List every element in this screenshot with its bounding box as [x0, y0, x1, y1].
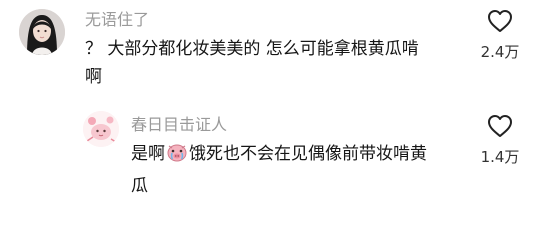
comment-text: ？ 大部分都化妆美美的 怎么可能拿根黄瓜啃 啊 [85, 35, 440, 91]
heart-outline-icon [488, 10, 512, 32]
girl-portrait-icon [19, 9, 65, 55]
pink-cartoon-icon [83, 111, 119, 147]
reply-text-line: 瓜 [131, 176, 148, 196]
like-count: 1.4万 [480, 148, 520, 166]
reply-text-prefix: 是啊 [131, 144, 165, 164]
comment-item-2: 春日目击证人 是啊 饿死也不会在见偶像前带妆啃黄 瓜 1.4万 [0, 105, 534, 243]
comment-text-line: 啊 [85, 67, 102, 87]
comment-username[interactable]: 无语住了 [85, 10, 149, 30]
reply-text-suffix: 饿死也不会在见偶像前带妆啃黄 [189, 144, 427, 164]
like-count: 2.4万 [480, 43, 520, 61]
like-button[interactable]: 1.4万 [472, 114, 528, 166]
user-avatar[interactable] [83, 111, 119, 147]
comment-item-1: 无语住了 ？ 大部分都化妆美美的 怎么可能拿根黄瓜啃 啊 2.4万 [0, 0, 534, 105]
heart-outline-icon [488, 115, 512, 137]
reply-username[interactable]: 春日目击证人 [131, 115, 227, 135]
reply-text: 是啊 饿死也不会在见偶像前带妆啃黄 瓜 [131, 140, 441, 200]
comment-text-line: ？ 大部分都化妆美美的 怎么可能拿根黄瓜啃 [85, 39, 419, 59]
crying-pig-emoji-icon [166, 141, 188, 172]
like-button[interactable]: 2.4万 [472, 9, 528, 61]
user-avatar[interactable] [19, 9, 65, 55]
reply-text-line: 是啊 饿死也不会在见偶像前带妆啃黄 [131, 140, 441, 172]
